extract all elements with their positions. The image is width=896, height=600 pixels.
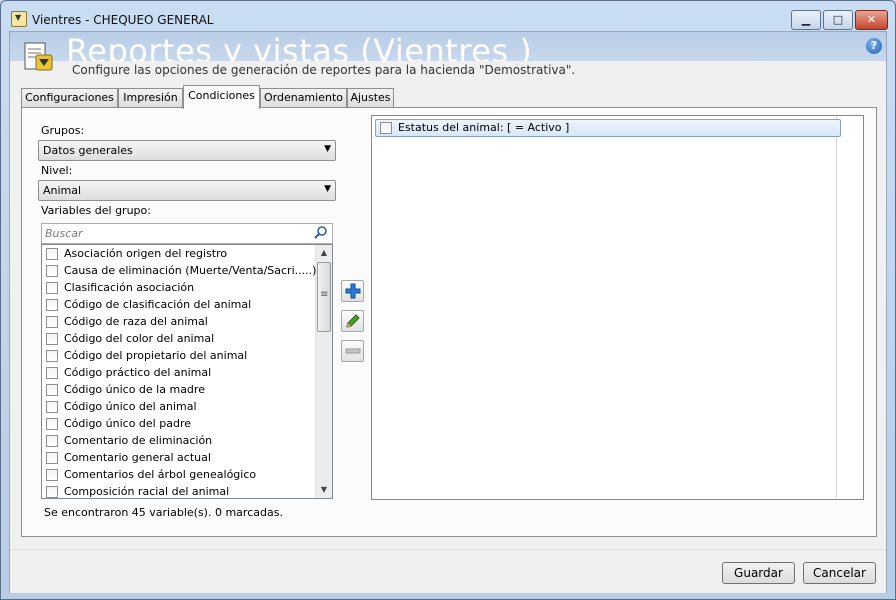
tab-ordenamiento[interactable]: Ordenamiento (260, 88, 347, 108)
conditions-panel: Grupos: Datos generales ▼ Nivel: Animal … (21, 107, 877, 537)
grupos-select[interactable]: Datos generales ▼ (38, 140, 336, 161)
list-item[interactable]: Clasificación asociación (42, 279, 316, 296)
variable-label: Código del color del animal (64, 332, 215, 345)
search-placeholder: Buscar (45, 227, 83, 240)
maximize-button[interactable]: □ (823, 10, 853, 30)
variable-checkbox[interactable] (46, 333, 58, 345)
chevron-down-icon: ▼ (324, 144, 331, 154)
variable-checkbox[interactable] (46, 401, 58, 413)
grupos-value: Datos generales (43, 144, 133, 157)
page-title: Reportes y vistas (Vientres ) (66, 32, 533, 61)
scroll-down-icon[interactable]: ▼ (316, 482, 332, 498)
list-item[interactable]: Código único del animal (42, 398, 316, 415)
variables-label: Variables del grupo: (41, 204, 151, 217)
nivel-select[interactable]: Animal ▼ (38, 180, 336, 201)
conditions-list-body: Estatus del animal: [ = Activo ] (373, 117, 841, 498)
list-item[interactable]: Composición racial del animal (42, 483, 316, 498)
list-item[interactable]: Código único del padre (42, 415, 316, 432)
variable-label: Causa de eliminación (Muerte/Venta/Sacri… (64, 264, 317, 277)
list-item[interactable]: Código de clasificación del animal (42, 296, 316, 313)
list-item[interactable]: Código del color del animal (42, 330, 316, 347)
help-icon[interactable]: ? (866, 38, 882, 54)
variable-checkbox[interactable] (46, 469, 58, 481)
window-title: Vientres - CHEQUEO GENERAL (32, 13, 214, 27)
title-bar[interactable]: Vientres - CHEQUEO GENERAL ▁ □ ✕ (1, 1, 895, 31)
cancel-button[interactable]: Cancelar (803, 562, 876, 584)
close-icon: ✕ (866, 13, 877, 26)
variable-label: Código único de la madre (64, 383, 205, 396)
list-item[interactable]: Código único de la madre (42, 381, 316, 398)
variable-label: Código de clasificación del animal (64, 298, 252, 311)
variable-label: Código práctico del animal (64, 366, 212, 379)
tab-ajustes[interactable]: Ajustes (347, 88, 394, 108)
search-icon[interactable] (313, 225, 329, 241)
list-item[interactable]: Código del propietario del animal (42, 347, 316, 364)
variable-label: Código único del animal (64, 400, 197, 413)
variable-checkbox[interactable] (46, 350, 58, 362)
edit-condition-button[interactable] (341, 310, 364, 332)
variables-list[interactable]: ▲ ▼ Asociación origen del registro Causa … (41, 244, 333, 499)
condition-item[interactable]: Estatus del animal: [ = Activo ] (375, 119, 841, 137)
list-item[interactable]: Comentarios del árbol genealógico (42, 466, 316, 483)
variable-label: Código de raza del animal (64, 315, 208, 328)
variable-checkbox[interactable] (46, 248, 58, 260)
variable-label: Código único del padre (64, 417, 191, 430)
header-band: Reportes y vistas (Vientres ) ? (10, 32, 886, 61)
app-icon (11, 11, 27, 27)
variable-label: Composición racial del animal (64, 485, 230, 498)
tab-impresion[interactable]: Impresión (118, 88, 183, 108)
tab-condiciones[interactable]: Condiciones (183, 85, 260, 109)
list-item[interactable]: Comentario de eliminación (42, 432, 316, 449)
remove-condition-button[interactable] (341, 340, 364, 362)
tab-configuraciones[interactable]: Configuraciones (21, 88, 118, 108)
variables-count: Se encontraron 45 variable(s). 0 marcada… (44, 506, 283, 519)
list-item[interactable]: Código práctico del animal (42, 364, 316, 381)
chevron-down-icon: ▼ (324, 184, 331, 194)
conditions-list[interactable]: Estatus del animal: [ = Activo ] (371, 115, 864, 500)
variable-checkbox[interactable] (46, 316, 58, 328)
list-item[interactable]: Causa de eliminación (Muerte/Venta/Sacri… (42, 262, 316, 279)
client-area: Reportes y vistas (Vientres ) ? Configur… (9, 31, 887, 593)
variable-checkbox[interactable] (46, 435, 58, 447)
variable-label: Comentario general actual (64, 451, 211, 464)
minimize-button[interactable]: ▁ (791, 10, 821, 30)
variable-label: Clasificación asociación (64, 281, 195, 294)
variable-checkbox[interactable] (46, 299, 58, 311)
variable-label: Comentarios del árbol genealógico (64, 468, 257, 481)
variable-label: Comentario de eliminación (64, 434, 213, 447)
footer-bar: Guardar Cancelar (10, 549, 886, 593)
pencil-icon (346, 314, 360, 328)
scroll-thumb[interactable] (317, 262, 331, 332)
condition-label: Estatus del animal: [ = Activo ] (398, 121, 570, 134)
variable-checkbox[interactable] (46, 384, 58, 396)
minimize-icon: ▁ (801, 13, 811, 26)
variables-scrollbar[interactable]: ▲ ▼ (315, 245, 332, 498)
variable-checkbox[interactable] (46, 265, 58, 277)
plus-icon (345, 283, 361, 299)
variable-label: Asociación origen del registro (64, 247, 228, 260)
variable-checkbox[interactable] (46, 452, 58, 464)
grupos-label: Grupos: (41, 124, 85, 137)
variable-checkbox[interactable] (46, 486, 58, 498)
nivel-label: Nivel: (41, 164, 73, 177)
list-item[interactable]: Comentario general actual (42, 449, 316, 466)
condition-checkbox[interactable] (380, 122, 392, 134)
variable-checkbox[interactable] (46, 418, 58, 430)
variable-label: Código del propietario del animal (64, 349, 248, 362)
maximize-icon: □ (832, 13, 844, 26)
list-item[interactable]: Código de raza del animal (42, 313, 316, 330)
add-condition-button[interactable] (341, 280, 364, 302)
close-button[interactable]: ✕ (855, 10, 888, 30)
report-icon (24, 42, 53, 71)
variable-checkbox[interactable] (46, 282, 58, 294)
variable-checkbox[interactable] (46, 367, 58, 379)
nivel-value: Animal (43, 184, 82, 197)
save-button[interactable]: Guardar (722, 562, 795, 584)
page-subtitle: Configure las opciones de generación de … (72, 63, 576, 77)
list-item[interactable]: Asociación origen del registro (42, 245, 316, 262)
search-input[interactable]: Buscar (41, 223, 333, 244)
scroll-up-icon[interactable]: ▲ (316, 245, 332, 261)
app-window: Vientres - CHEQUEO GENERAL ▁ □ ✕ Reporte… (0, 0, 896, 600)
minus-icon (345, 348, 361, 354)
